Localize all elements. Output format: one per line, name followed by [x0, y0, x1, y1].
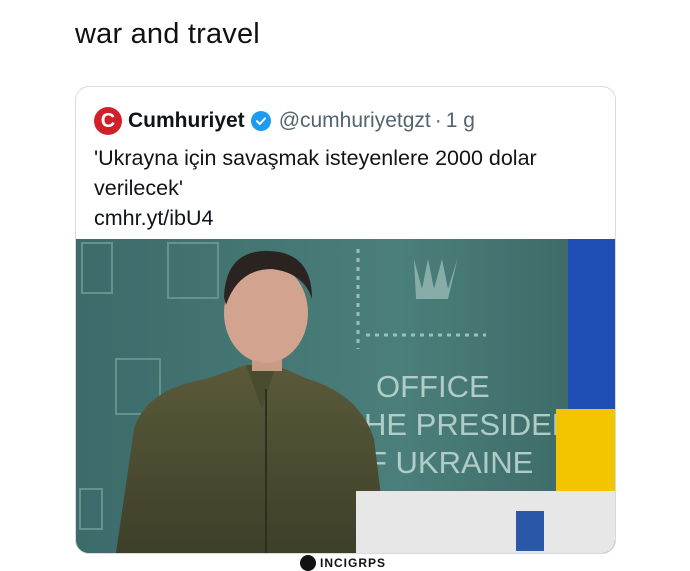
embedded-tweet-card[interactable]: C Cumhuriyet @cumhuriyetgzt · 1 g 'Ukray…	[75, 86, 616, 554]
tweet-text: 'Ukrayna için savaşmak isteyenlere 2000 …	[94, 146, 537, 200]
watermark-logo-icon	[300, 555, 316, 571]
wall-text-line1: OFFICE	[376, 369, 490, 404]
tweet-photo[interactable]: OFFICE HE PRESIDENT F UKRAINE	[76, 239, 615, 553]
site-watermark: INCIGRPS	[300, 555, 386, 571]
post-caption: war and travel	[75, 18, 260, 50]
header-separator: ·	[434, 109, 442, 132]
watermark-text: INCIGRPS	[320, 556, 387, 570]
tweet-body: 'Ukrayna için savaşmak isteyenlere 2000 …	[94, 143, 594, 233]
tweet-header: C Cumhuriyet @cumhuriyetgzt · 1 g	[94, 107, 475, 135]
press-conference-photo: OFFICE HE PRESIDENT F UKRAINE	[76, 239, 615, 553]
tweet-display-name[interactable]: Cumhuriyet	[128, 109, 245, 133]
cumhuriyet-logo-avatar[interactable]: C	[94, 107, 122, 135]
tweet-handle[interactable]: @cumhuriyetgzt	[279, 109, 431, 133]
wall-text-line3: F UKRAINE	[368, 445, 533, 480]
tweet-timestamp[interactable]: 1 g	[446, 109, 475, 133]
verified-badge-icon	[250, 111, 271, 131]
tweet-link[interactable]: cmhr.yt/ibU4	[94, 203, 594, 233]
avatar-letter: C	[100, 109, 116, 132]
